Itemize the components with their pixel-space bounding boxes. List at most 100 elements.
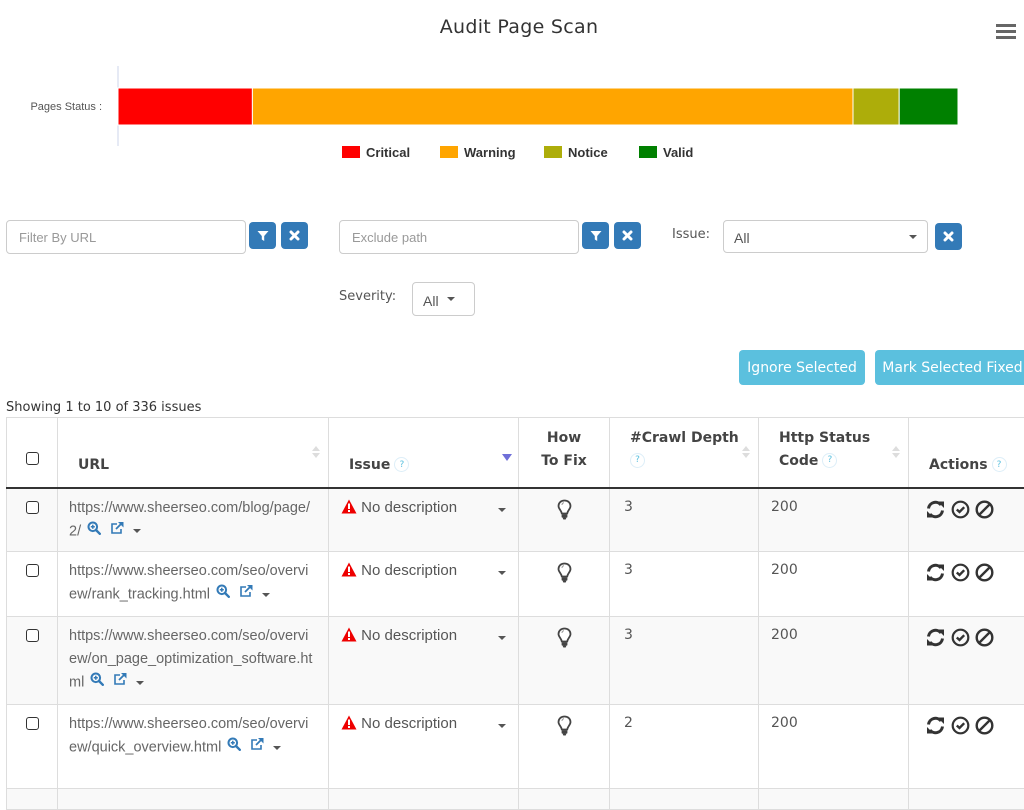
hamburger-menu-icon[interactable] [996,24,1016,40]
chevron-down-icon[interactable] [498,508,506,512]
issue-cell: No description [329,488,519,552]
chevron-down-icon[interactable] [136,681,144,685]
http-status-value: 200 [771,499,798,515]
table-row: https://www.sheerseo.com/seo/overview/on… [7,617,1024,705]
zoom-in-icon[interactable] [90,671,104,694]
external-link-icon[interactable] [113,671,128,694]
lightbulb-icon[interactable] [557,627,572,649]
page-title: Audit Page Scan [0,16,1024,38]
table-cell [7,789,58,810]
ignore-icon[interactable] [975,500,994,519]
mark-fixed-icon[interactable] [951,628,970,647]
chevron-down-icon[interactable] [262,593,270,597]
chevron-down-icon[interactable] [273,746,281,750]
url-link[interactable]: https://www.sheerseo.com/seo/overview/on… [69,628,312,690]
select-all-checkbox[interactable] [26,452,39,465]
lightbulb-icon[interactable] [557,715,572,737]
row-checkbox[interactable] [26,564,39,577]
refresh-icon[interactable] [925,628,946,647]
apply-exclude-filter-button[interactable] [582,222,609,249]
table-header-row: URL Issue? How To Fix #Crawl Depth ? Htt… [7,418,1024,488]
bar-segment-warning[interactable] [252,88,853,125]
help-icon[interactable]: ? [992,457,1007,472]
crawl-depth-cell: 3 [610,488,759,552]
severity-select[interactable]: All [412,282,475,316]
clear-issue-filter-button[interactable] [935,223,962,250]
column-header-crawl-depth[interactable]: #Crawl Depth ? [610,418,759,488]
help-icon[interactable]: ? [394,457,409,472]
url-cell: https://www.sheerseo.com/seo/overview/on… [58,617,329,705]
how-to-fix-cell [519,488,610,552]
chart-y-label: Pages Status : [30,101,102,113]
external-link-icon[interactable] [239,583,254,606]
crawl-depth-cell: 2 [610,705,759,789]
refresh-icon[interactable] [925,563,946,582]
bar-segment-valid[interactable] [899,88,958,125]
row-checkbox[interactable] [26,629,39,642]
legend-item-warning[interactable]: Warning [440,145,516,160]
issue-cell: No description [329,617,519,705]
chevron-down-icon[interactable] [498,724,506,728]
help-icon[interactable]: ? [630,453,645,468]
clear-exclude-filter-button[interactable] [614,222,641,249]
column-header-actions: Actions? [909,418,1024,488]
chevron-down-icon[interactable] [133,529,141,533]
zoom-in-icon[interactable] [227,736,241,759]
issue-header-label: Issue [349,457,390,473]
row-checkbox[interactable] [26,501,39,514]
external-link-icon[interactable] [110,520,125,543]
ignore-icon[interactable] [975,716,994,735]
column-header-http-status[interactable]: Http Status Code? [759,418,909,488]
row-checkbox[interactable] [26,717,39,730]
url-link[interactable]: https://www.sheerseo.com/blog/page/2/ [69,500,310,539]
issue-select[interactable]: All [723,220,928,253]
column-header-how-to-fix: How To Fix [519,418,610,488]
mark-fixed-icon[interactable] [951,563,970,582]
crawl-depth-cell: 3 [610,552,759,617]
url-link[interactable]: https://www.sheerseo.com/seo/overview/ra… [69,563,308,602]
table-cell [519,789,610,810]
mark-fixed-icon[interactable] [951,716,970,735]
ignore-selected-button[interactable]: Ignore Selected [739,350,865,385]
bar-segment-critical[interactable] [118,88,252,125]
sort-desc-icon[interactable] [502,454,512,461]
chevron-down-icon[interactable] [498,636,506,640]
ignore-icon[interactable] [975,628,994,647]
exclude-path-input[interactable] [339,220,579,254]
mark-fixed-icon[interactable] [951,500,970,519]
ignore-icon[interactable] [975,563,994,582]
sort-icon[interactable] [312,446,320,458]
refresh-icon[interactable] [925,500,946,519]
help-icon[interactable]: ? [822,453,837,468]
lightbulb-icon[interactable] [557,562,572,584]
zoom-in-icon[interactable] [216,583,230,606]
legend-item-critical[interactable]: Critical [342,145,410,160]
clear-url-filter-button[interactable] [281,222,308,249]
mark-selected-fixed-button[interactable]: Mark Selected Fixed [875,350,1024,385]
row-select-cell [7,617,58,705]
chevron-down-icon[interactable] [498,571,506,575]
crawl-depth-value: 3 [624,562,633,578]
http-status-header-line1: Http Status [779,427,896,450]
refresh-icon[interactable] [925,716,946,735]
zoom-in-icon[interactable] [87,520,101,543]
chevron-down-icon [909,235,917,239]
bar-segment-notice[interactable] [853,88,899,125]
lightbulb-icon[interactable] [557,499,572,521]
sort-icon[interactable] [742,446,750,458]
url-cell: https://www.sheerseo.com/seo/overview/ra… [58,552,329,617]
crawl-depth-header-label: #Crawl Depth [630,427,746,450]
external-link-icon[interactable] [250,736,265,759]
legend-item-valid[interactable]: Valid [639,145,693,160]
column-header-url[interactable]: URL [58,418,329,488]
table-cell [329,789,519,810]
actions-cell [909,705,1024,789]
legend-item-notice[interactable]: Notice [544,145,608,160]
warning-icon [341,627,357,642]
apply-url-filter-button[interactable] [249,222,276,249]
sort-icon[interactable] [892,446,900,458]
column-header-issue[interactable]: Issue? [329,418,519,488]
how-to-fix-cell [519,705,610,789]
filter-by-url-input[interactable] [6,220,246,254]
table-row: https://www.sheerseo.com/seo/overview/ra… [7,552,1024,617]
